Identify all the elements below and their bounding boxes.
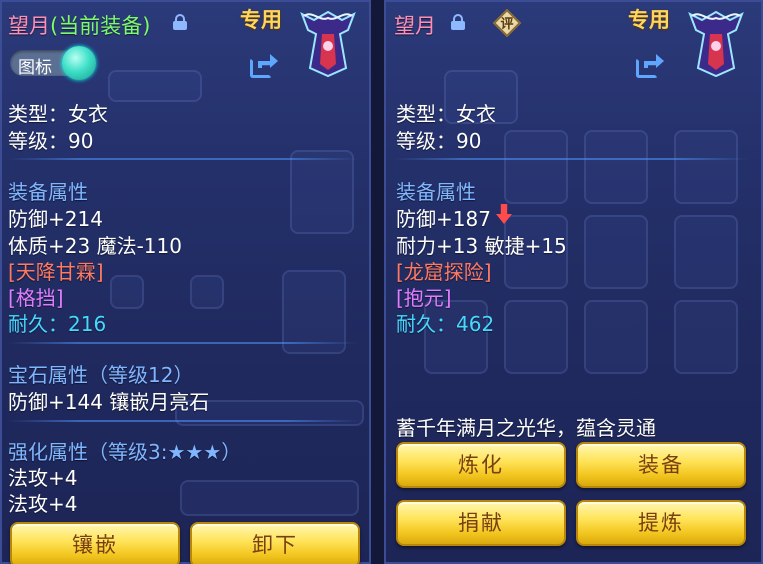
item-description: 蓄千年满月之光华，蕴含灵通 (396, 416, 656, 440)
durability: 耐久：462 (396, 312, 495, 336)
eval-badge-label: 评 (500, 17, 514, 32)
compare-equipment-panel: 望月 评 专用 类型：女衣 等级：90 装备属性 防御+187 耐力+13 敏捷… (384, 0, 763, 564)
item-title: 望月(当前装备) (8, 10, 150, 40)
robe-item-icon (688, 10, 744, 78)
separator (8, 420, 358, 422)
bg-ghost (584, 300, 648, 374)
equip-button[interactable]: 装备 (576, 442, 746, 488)
extract-button[interactable]: 提炼 (576, 500, 746, 546)
toggle-label: 图标 (18, 58, 52, 78)
item-name: 望月 (394, 14, 436, 38)
bg-ghost (584, 130, 648, 204)
share-icon[interactable] (250, 52, 280, 78)
eval-badge-icon[interactable]: 评 (492, 8, 522, 38)
attr-line: 耐力+13 敏捷+15 (396, 234, 567, 258)
level-line: 等级：90 (396, 129, 482, 153)
item-name: 望月 (8, 14, 50, 38)
separator (8, 342, 358, 344)
special-effect: [天降甘霖] (8, 260, 104, 284)
bg-ghost (190, 275, 224, 309)
gem-line: 防御+144 镶嵌月亮石 (8, 390, 210, 414)
bg-ghost (674, 300, 738, 374)
type-line: 类型：女衣 (396, 102, 496, 126)
separator (8, 158, 358, 160)
icon-toggle[interactable]: 图标 (10, 46, 96, 80)
enhance-line: 法攻+4 (8, 492, 78, 516)
panel-divider (371, 0, 384, 564)
separator (394, 158, 749, 160)
special-skill: [抱元] (396, 286, 452, 310)
unequip-button[interactable]: 卸下 (190, 522, 360, 564)
bg-ghost (504, 130, 568, 204)
bg-ghost (584, 215, 648, 289)
enhance-line: 法攻+4 (8, 466, 78, 490)
equip-attr-title: 装备属性 (8, 180, 88, 204)
attr-line: 防御+214 (8, 207, 103, 231)
bg-ghost (674, 130, 738, 204)
lock-icon (173, 14, 187, 30)
current-equipment-panel: 望月(当前装备) 专用 图标 类型：女衣 等级：90 装备属性 防御+214 体… (0, 0, 371, 564)
equip-attr-title: 装备属性 (396, 180, 476, 204)
lock-icon (451, 14, 465, 30)
special-skill: [格挡] (8, 286, 64, 310)
robe-item-icon (300, 10, 356, 78)
inlay-button[interactable]: 镶嵌 (10, 522, 180, 564)
bg-ghost (180, 480, 359, 516)
refine-button[interactable]: 炼化 (396, 442, 566, 488)
bg-ghost (674, 215, 738, 289)
bg-ghost (504, 300, 568, 374)
share-icon[interactable] (636, 52, 666, 78)
bg-ghost (290, 150, 354, 234)
gem-attr-title: 宝石属性（等级12） (8, 363, 194, 387)
donate-button[interactable]: 捐献 (396, 500, 566, 546)
enhance-attr-title: 强化属性（等级3:★★★） (8, 440, 242, 464)
bg-ghost (108, 70, 202, 102)
bg-ghost (110, 275, 144, 309)
attr-line: 体质+23 魔法-110 (8, 234, 182, 258)
equipped-tag: (当前装备) (50, 14, 151, 38)
level-line: 等级：90 (8, 129, 94, 153)
durability: 耐久：216 (8, 312, 107, 336)
attr-line: 防御+187 (396, 207, 491, 231)
toggle-knob[interactable] (62, 46, 96, 80)
exclusive-label: 专用 (628, 8, 670, 32)
type-line: 类型：女衣 (8, 102, 108, 126)
exclusive-label: 专用 (240, 8, 282, 32)
special-effect: [龙窟探险] (396, 260, 492, 284)
